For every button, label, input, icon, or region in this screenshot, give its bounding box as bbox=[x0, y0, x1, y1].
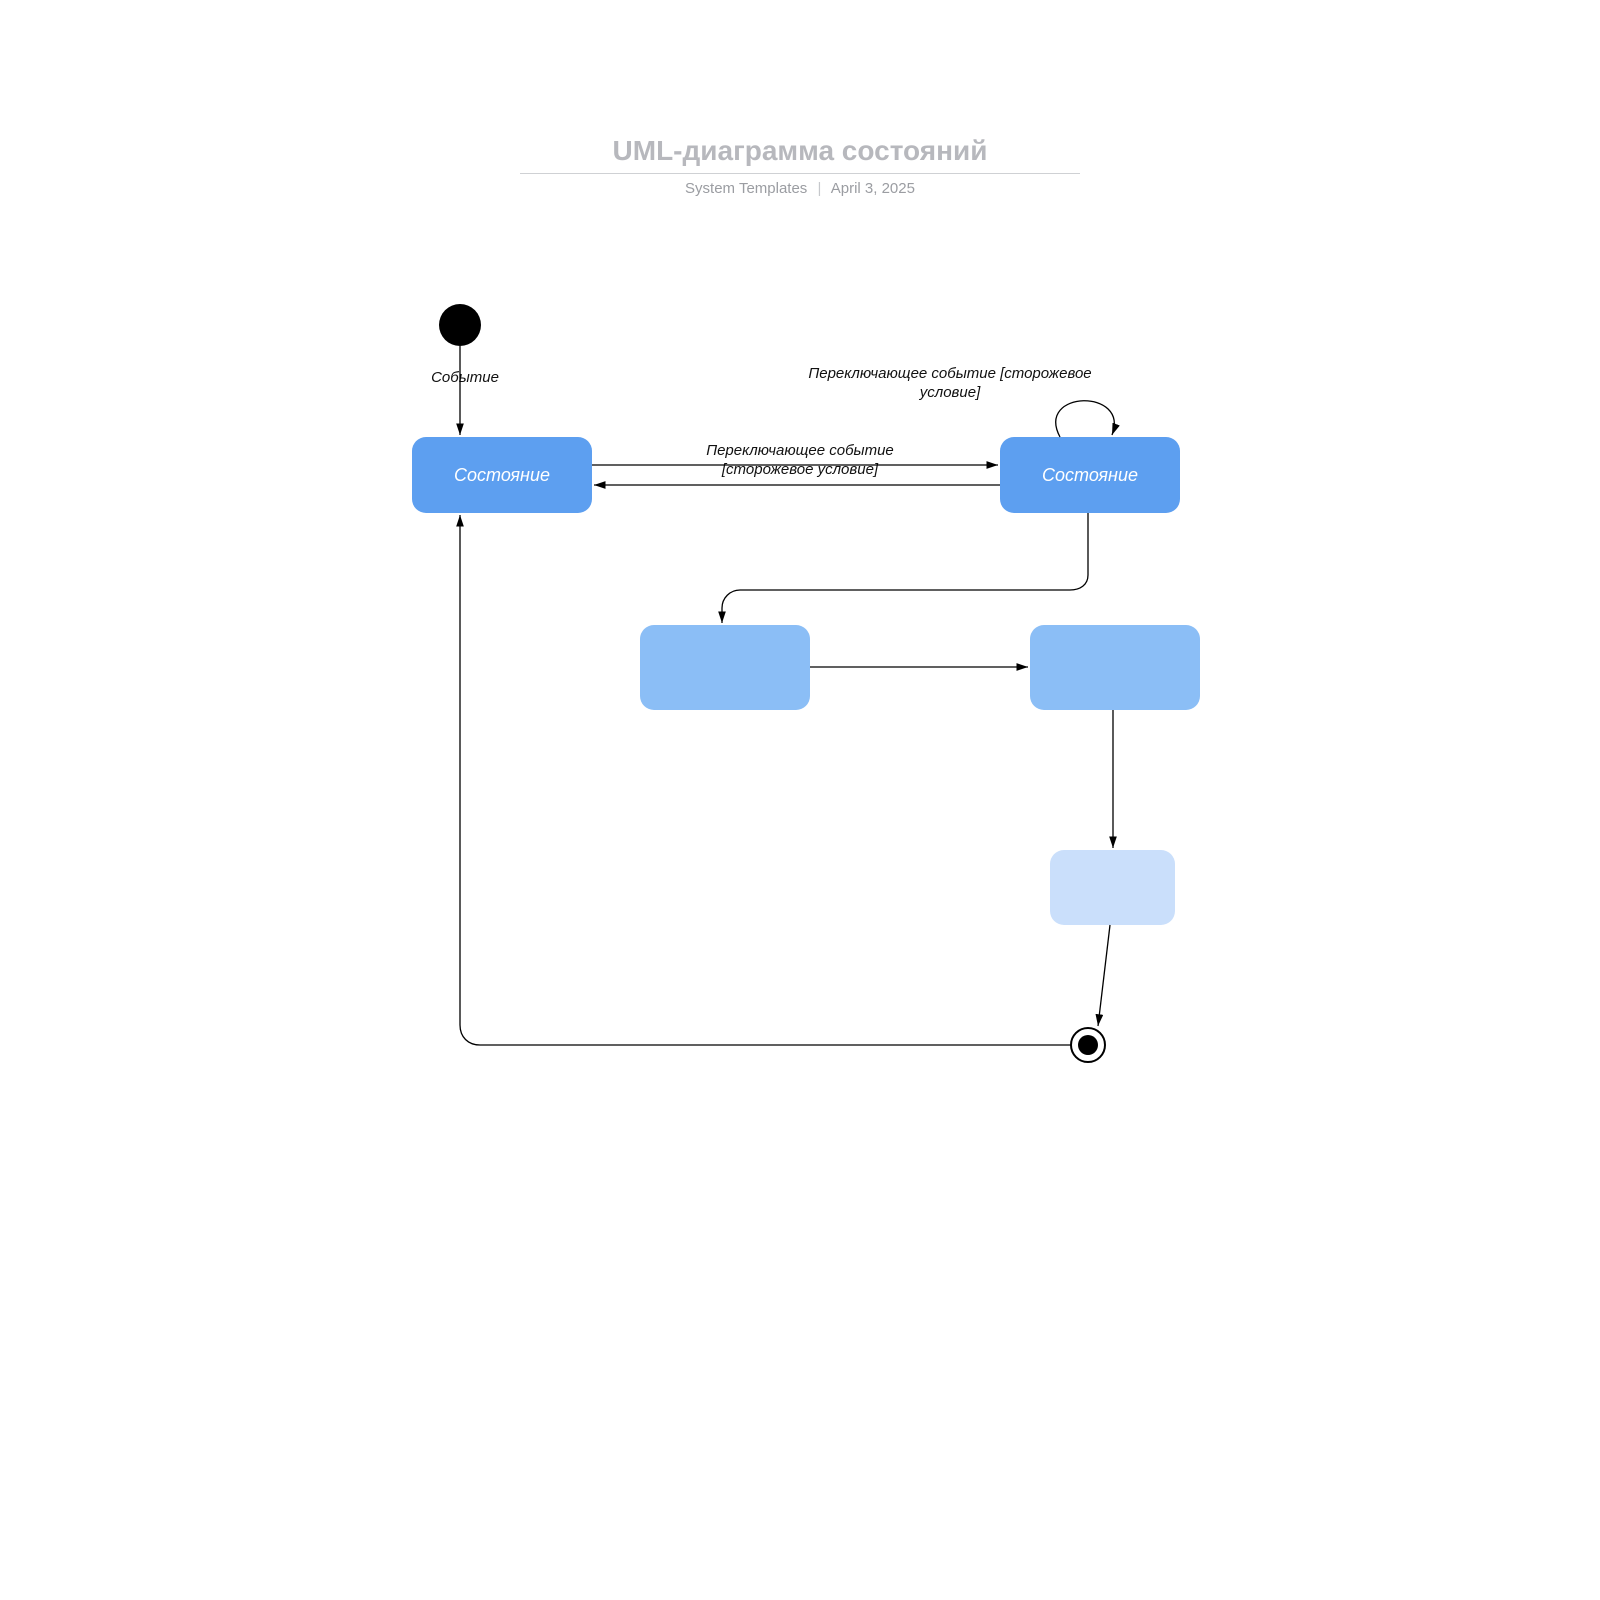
diagram-header: UML-диаграмма состояний System Templates… bbox=[520, 135, 1080, 197]
state-4[interactable] bbox=[1030, 625, 1200, 710]
state-1[interactable]: Состояние bbox=[412, 437, 592, 513]
state-3[interactable] bbox=[640, 625, 810, 710]
final-state-icon bbox=[1071, 1028, 1105, 1062]
diagram-subtitle: System Templates | April 3, 2025 bbox=[520, 180, 1080, 197]
diagram-canvas bbox=[0, 0, 1600, 1600]
transition-label-top: Переключающее событие [сторожевое услови… bbox=[805, 365, 1095, 403]
date-text: April 3, 2025 bbox=[831, 180, 915, 197]
separator: | bbox=[817, 180, 821, 197]
state-5[interactable] bbox=[1050, 850, 1175, 925]
event-label: Событие bbox=[420, 369, 510, 388]
transition-label-bottom: Переключающее событие [сторожевое услови… bbox=[670, 442, 930, 480]
state-2[interactable]: Состояние bbox=[1000, 437, 1180, 513]
state-1-label: Состояние bbox=[454, 465, 550, 486]
initial-state-icon bbox=[439, 304, 481, 346]
state-2-label: Состояние bbox=[1042, 465, 1138, 486]
diagram-title: UML-диаграмма состояний bbox=[520, 135, 1080, 174]
author-text: System Templates bbox=[685, 180, 807, 197]
